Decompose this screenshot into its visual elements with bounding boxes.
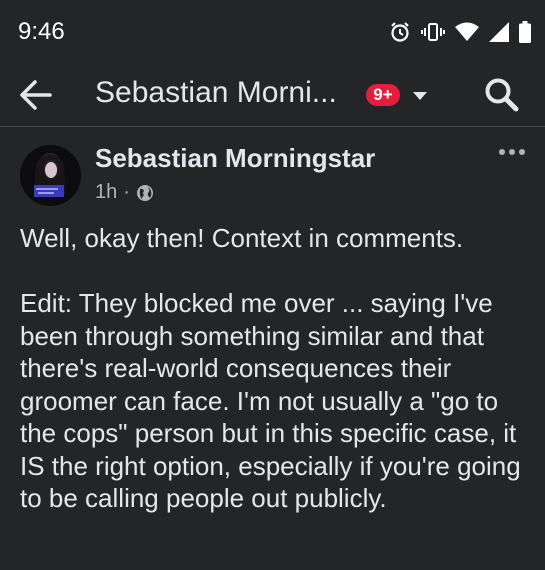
app-bar: Sebastian Morni... 9+ [0, 64, 545, 126]
status-time: 9:46 [18, 18, 65, 45]
vibrate-icon [421, 23, 445, 41]
post-body: Well, okay then! Context in comments. Ed… [20, 222, 532, 515]
alarm-icon [391, 22, 409, 42]
notification-badge: 9+ [366, 84, 400, 106]
post-header: Sebastian Morningstar 1h · [0, 127, 545, 217]
post-timestamp[interactable]: 1h [95, 181, 117, 204]
post-meta: 1h · [95, 181, 154, 204]
status-icons [389, 21, 531, 43]
globe-icon [136, 184, 153, 201]
wifi-icon [455, 22, 479, 41]
chevron-down-icon[interactable] [412, 91, 428, 101]
meta-separator: · [123, 181, 130, 203]
battery-icon [519, 21, 531, 43]
post-paragraph: Well, okay then! Context in comments. [20, 223, 464, 253]
signal-icon [489, 22, 509, 42]
more-options-icon[interactable] [498, 147, 526, 157]
status-bar: 9:46 [0, 0, 545, 64]
page-title: Sebastian Morni... [95, 76, 337, 109]
author-name[interactable]: Sebastian Morningstar [95, 143, 375, 174]
post-paragraph: Edit: They blocked me over ... saying I'… [20, 288, 521, 513]
back-arrow-icon[interactable] [18, 78, 54, 112]
search-icon[interactable] [484, 77, 520, 113]
avatar[interactable] [20, 145, 81, 206]
